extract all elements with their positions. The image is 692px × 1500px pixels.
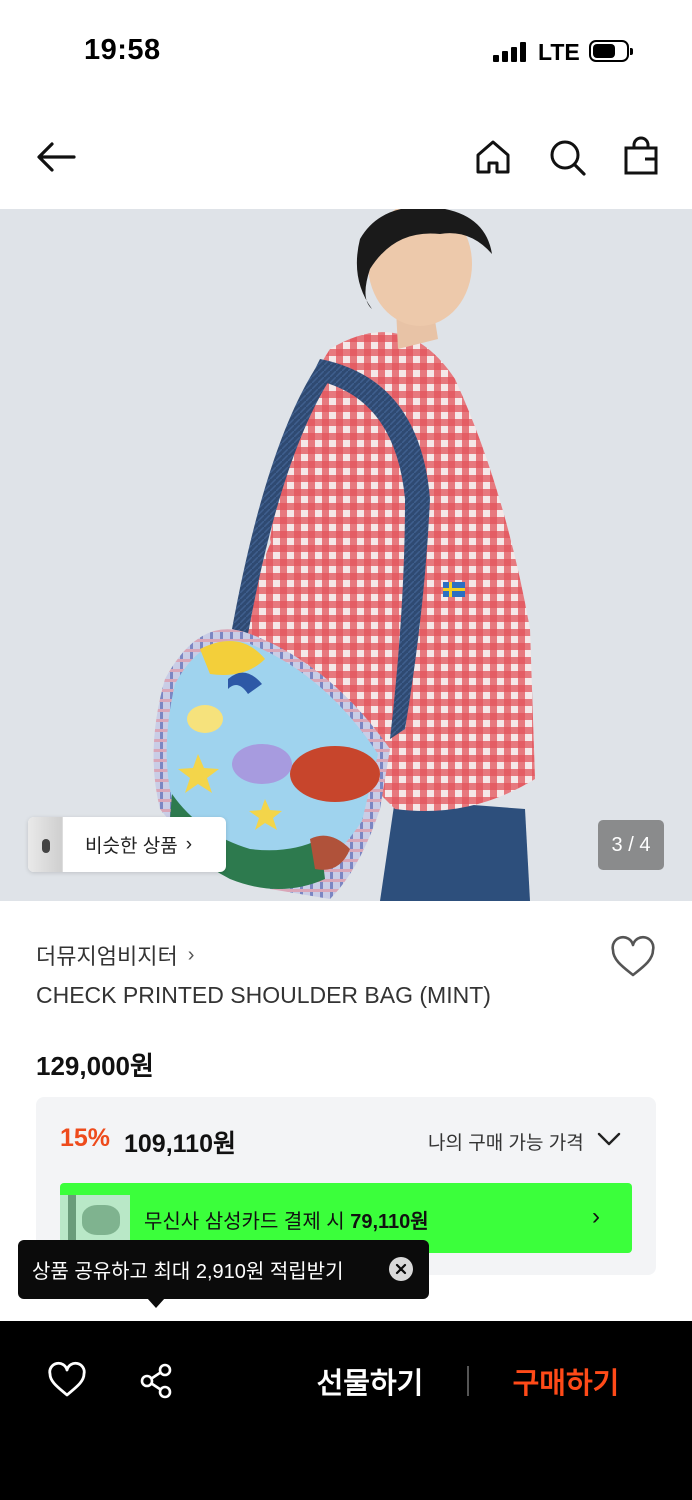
my-price-label: 나의 구매 가능 가격 <box>428 1133 584 1154</box>
home-icon[interactable] <box>471 135 515 179</box>
chevron-right-icon: › <box>592 1203 600 1230</box>
product-image[interactable] <box>0 209 692 901</box>
original-price: 129,000원 <box>36 1051 154 1081</box>
similar-products-label: 비슷한 상품 <box>85 836 178 857</box>
gift-button[interactable]: 선물하기 <box>290 1361 450 1401</box>
tooltip-arrow <box>147 1298 165 1308</box>
discount-rate: 15% <box>60 1124 111 1152</box>
back-arrow-icon[interactable] <box>34 135 78 179</box>
similar-products-button[interactable]: 비슷한 상품 › <box>28 817 226 872</box>
chevron-right-icon: › <box>187 943 195 966</box>
battery-icon <box>589 40 633 62</box>
bottom-action-bar <box>0 1321 692 1500</box>
card-promo-price: 79,110원 <box>350 1211 429 1233</box>
chevron-right-icon: › <box>185 833 193 855</box>
similar-product-thumbnail <box>28 817 63 872</box>
chevron-down-icon <box>596 1131 622 1153</box>
bottom-bar-divider <box>467 1366 469 1396</box>
shopping-bag-icon[interactable] <box>619 135 663 179</box>
share-reward-tooltip: 상품 공유하고 최대 2,910원 적립받기 <box>18 1240 429 1299</box>
my-price-toggle[interactable]: 나의 구매 가능 가격 <box>428 1128 622 1155</box>
close-icon[interactable] <box>389 1257 413 1281</box>
sale-price: 109,110원 <box>124 1130 236 1158</box>
card-promo-label: 무신사 삼성카드 결제 시 <box>144 1211 345 1233</box>
network-label: LTE <box>538 39 580 65</box>
share-icon[interactable] <box>137 1361 177 1401</box>
search-icon[interactable] <box>545 135 589 179</box>
signal-icon <box>493 42 526 62</box>
brand-name: 더뮤지엄비지터 <box>36 944 178 969</box>
brand-link[interactable]: 더뮤지엄비지터 › <box>36 939 194 971</box>
buy-button[interactable]: 구매하기 <box>486 1361 646 1401</box>
wishlist-heart-icon[interactable] <box>609 934 657 982</box>
tooltip-text: 상품 공유하고 최대 2,910원 적립받기 <box>32 1261 344 1283</box>
heart-icon[interactable] <box>47 1361 87 1401</box>
status-time: 19:58 <box>84 34 161 66</box>
gallery-page-indicator: 3 / 4 <box>598 820 664 870</box>
product-name: CHECK PRINTED SHOULDER BAG (MINT) <box>36 982 491 1008</box>
card-promo-text: 무신사 삼성카드 결제 시 79,110원 <box>144 1205 429 1234</box>
